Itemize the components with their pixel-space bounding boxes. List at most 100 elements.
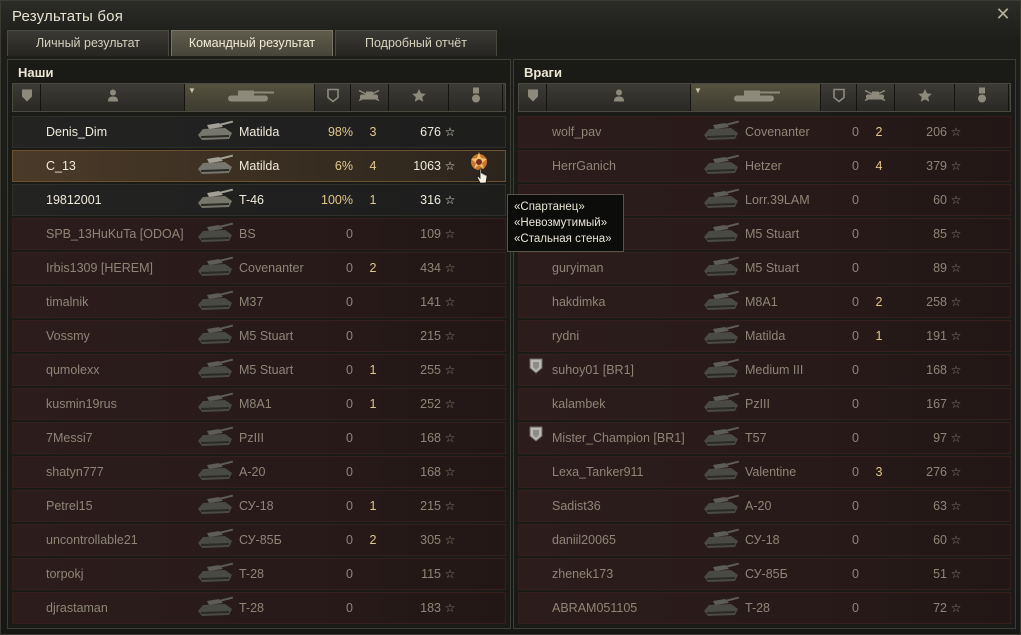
player-row[interactable]: Irbis1309 [HEREM] Covenanter 0 2 434 ☆ — [12, 252, 506, 284]
exp-star-icon: ☆ — [444, 125, 456, 139]
damage-percent: 0 — [852, 193, 859, 207]
tank-icon — [195, 491, 235, 517]
damage-percent: 0 — [852, 125, 859, 139]
player-row[interactable]: hakdimka M8A1 0 2 258 ☆ — [518, 286, 1011, 318]
damage-percent: 0 — [346, 329, 353, 343]
tank-name: M5 Stuart — [745, 227, 800, 241]
column-header-player[interactable] — [547, 84, 691, 111]
damage-percent: 0 — [852, 499, 859, 513]
column-header-kills[interactable] — [351, 84, 389, 111]
player-row[interactable]: Petrel15 СУ-18 0 1 215 ☆ — [12, 490, 506, 522]
exp-star-icon — [411, 88, 426, 107]
tank-icon — [195, 253, 235, 279]
player-row[interactable]: wolf_pav Covenanter 0 2 206 ☆ — [518, 116, 1011, 148]
column-header-exp-star[interactable] — [895, 84, 955, 111]
tank-name: M8A1 — [745, 295, 778, 309]
damage-percent: 0 — [852, 601, 859, 615]
tank-name: M5 Stuart — [239, 329, 294, 343]
player-row[interactable]: daniil20065 СУ-18 0 60 ☆ — [518, 524, 1011, 556]
column-header-player[interactable] — [41, 84, 185, 111]
exp-star-icon: ☆ — [950, 193, 962, 207]
damage-percent: 0 — [346, 465, 353, 479]
column-header-damage[interactable] — [821, 84, 857, 111]
damage-percent: 0 — [346, 363, 353, 377]
player-row[interactable]: SPB_13HuKuTa [ODOA] BS 0 109 ☆ — [12, 218, 506, 250]
column-header-medal[interactable] — [955, 84, 1009, 111]
column-header-medal[interactable] — [449, 84, 503, 111]
column-header-badge[interactable] — [13, 84, 41, 111]
exp-star-icon: ☆ — [950, 295, 962, 309]
player-row[interactable]: Denis_Dim Matilda 98% 3 676 ☆ — [12, 116, 506, 148]
player-row[interactable]: torpokj T-28 0 115 ☆ — [12, 558, 506, 590]
kills-count: 4 — [369, 159, 377, 173]
exp-star-icon: ☆ — [444, 499, 456, 513]
player-row[interactable]: guryiman M5 Stuart 0 89 ☆ — [518, 252, 1011, 284]
team-title: Наши — [18, 65, 54, 80]
player-row[interactable]: Lexa_Tanker911 Valentine 0 3 276 ☆ — [518, 456, 1011, 488]
tank-icon — [195, 355, 235, 381]
column-header-kills[interactable] — [857, 84, 895, 111]
column-header-tank[interactable]: ▼ — [185, 84, 315, 111]
player-row[interactable]: C_13 Matilda 6% 4 1063 ☆ — [12, 150, 506, 182]
player-row[interactable]: 7Messi7 PzIII 0 168 ☆ — [12, 422, 506, 454]
player-row[interactable]: shatyn777 A-20 0 168 ☆ — [12, 456, 506, 488]
player-row[interactable]: HerrGanich Hetzer 0 4 379 ☆ — [518, 150, 1011, 182]
player-list: Denis_Dim Matilda 98% 3 676 ☆ C_13 Matilda 6% 4 1… — [12, 116, 506, 626]
player-row[interactable]: kalambek PzIII 0 167 ☆ — [518, 388, 1011, 420]
tab-detailed-report[interactable]: Подробный отчёт — [335, 30, 497, 56]
player-icon — [107, 88, 119, 107]
experience-value: 252 — [420, 397, 441, 411]
exp-star-icon: ☆ — [444, 295, 456, 309]
tank-name: M37 — [239, 295, 264, 309]
player-name: Irbis1309 [HEREM] — [46, 261, 153, 275]
tooltip-line: «Спартанец» — [514, 201, 585, 213]
player-row[interactable]: zhenek173 СУ-85Б 0 51 ☆ — [518, 558, 1011, 590]
tank-name: Matilda — [745, 329, 786, 343]
experience-value: 316 — [420, 193, 441, 207]
tank-name: T-28 — [745, 601, 771, 615]
column-header-exp-star[interactable] — [389, 84, 449, 111]
experience-value: 676 — [420, 125, 441, 139]
player-row[interactable]: kusmin19rus M8A1 0 1 252 ☆ — [12, 388, 506, 420]
player-row[interactable]: ABRAM051105 T-28 0 72 ☆ — [518, 592, 1011, 624]
experience-value: 167 — [926, 397, 947, 411]
player-name: Vossmy — [46, 329, 90, 343]
tank-icon — [195, 389, 235, 415]
damage-percent: 0 — [852, 431, 859, 445]
close-icon[interactable]: ✕ — [994, 5, 1012, 23]
tank-icon — [195, 457, 235, 483]
medal-icon — [470, 87, 482, 108]
damage-percent: 0 — [852, 159, 859, 173]
experience-value: 89 — [933, 261, 947, 275]
sort-arrow-icon: ▼ — [694, 86, 702, 95]
damage-icon — [832, 88, 845, 107]
player-row[interactable]: uncontrollable21 СУ-85Б 0 2 305 ☆ — [12, 524, 506, 556]
column-header-damage[interactable] — [315, 84, 351, 111]
exp-star-icon: ☆ — [950, 159, 962, 173]
tab-team-result[interactable]: Командный результат — [171, 30, 333, 56]
player-row[interactable]: qumolexx M5 Stuart 0 1 255 ☆ — [12, 354, 506, 386]
column-header-tank[interactable]: ▼ — [691, 84, 821, 111]
tank-name: Hetzer — [745, 159, 782, 173]
player-name: qumolexx — [46, 363, 100, 377]
player-row[interactable]: timalnik M37 0 141 ☆ — [12, 286, 506, 318]
player-row[interactable]: suhoy01 [BR1] Medium III 0 168 ☆ — [518, 354, 1011, 386]
damage-percent: 0 — [852, 397, 859, 411]
player-row[interactable]: 19812001 T-46 100% 1 316 ☆ — [12, 184, 506, 216]
exp-star-icon: ☆ — [444, 227, 456, 241]
player-row[interactable]: Sadist36 A-20 0 63 ☆ — [518, 490, 1011, 522]
player-row[interactable]: djrastaman T-28 0 183 ☆ — [12, 592, 506, 624]
player-row[interactable]: Vossmy M5 Stuart 0 215 ☆ — [12, 320, 506, 352]
tank-name: A-20 — [745, 499, 772, 513]
exp-star-icon: ☆ — [950, 261, 962, 275]
damage-percent: 0 — [852, 227, 859, 241]
experience-value: 258 — [926, 295, 947, 309]
player-row[interactable]: rydni Matilda 0 1 191 ☆ — [518, 320, 1011, 352]
player-row[interactable]: Mister_Champion [BR1] T57 0 97 ☆ — [518, 422, 1011, 454]
experience-value: 115 — [421, 567, 441, 581]
tank-name: СУ-85Б — [745, 567, 788, 581]
tab-personal-result[interactable]: Личный результат — [7, 30, 169, 56]
kills-count: 1 — [369, 397, 377, 411]
tank-icon — [195, 593, 235, 619]
column-header-badge[interactable] — [519, 84, 547, 111]
